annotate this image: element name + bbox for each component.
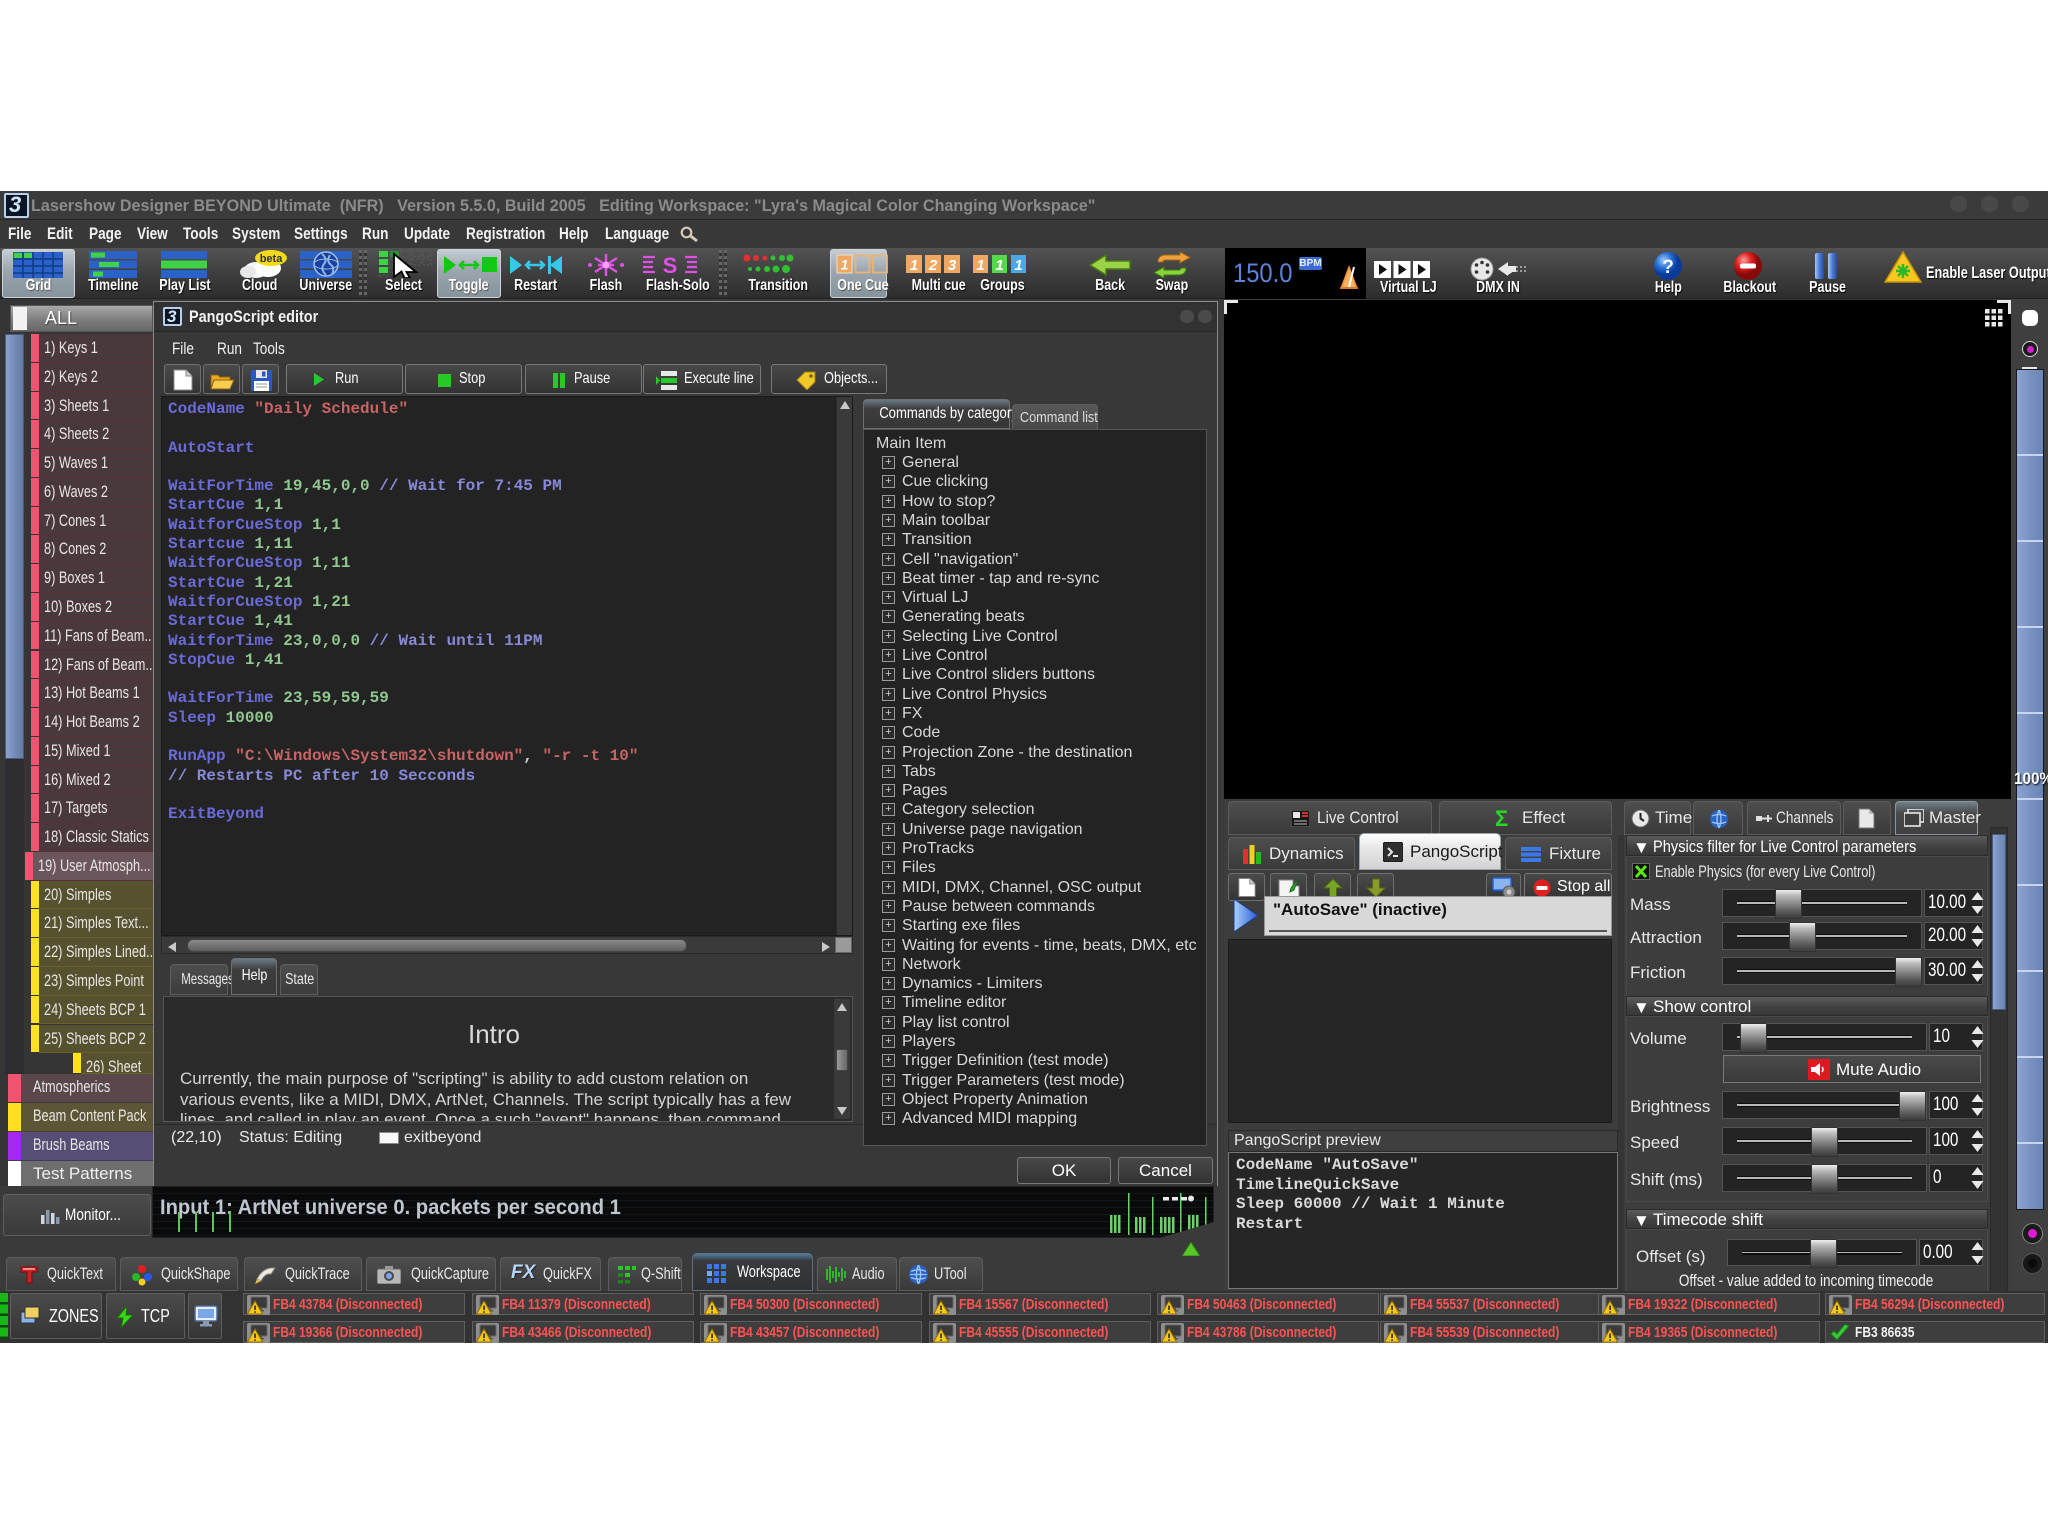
svg-text:1: 1 — [910, 257, 918, 274]
svg-text:1: 1 — [976, 257, 984, 274]
svg-text:2: 2 — [928, 257, 938, 274]
svg-text:3: 3 — [948, 257, 957, 274]
svg-text:beta: beta — [260, 253, 284, 265]
svg-text:1: 1 — [841, 257, 849, 273]
svg-text:S: S — [663, 253, 678, 278]
svg-text:?: ? — [1662, 257, 1674, 278]
svg-text:1: 1 — [995, 257, 1003, 274]
svg-text:1: 1 — [1014, 257, 1022, 274]
